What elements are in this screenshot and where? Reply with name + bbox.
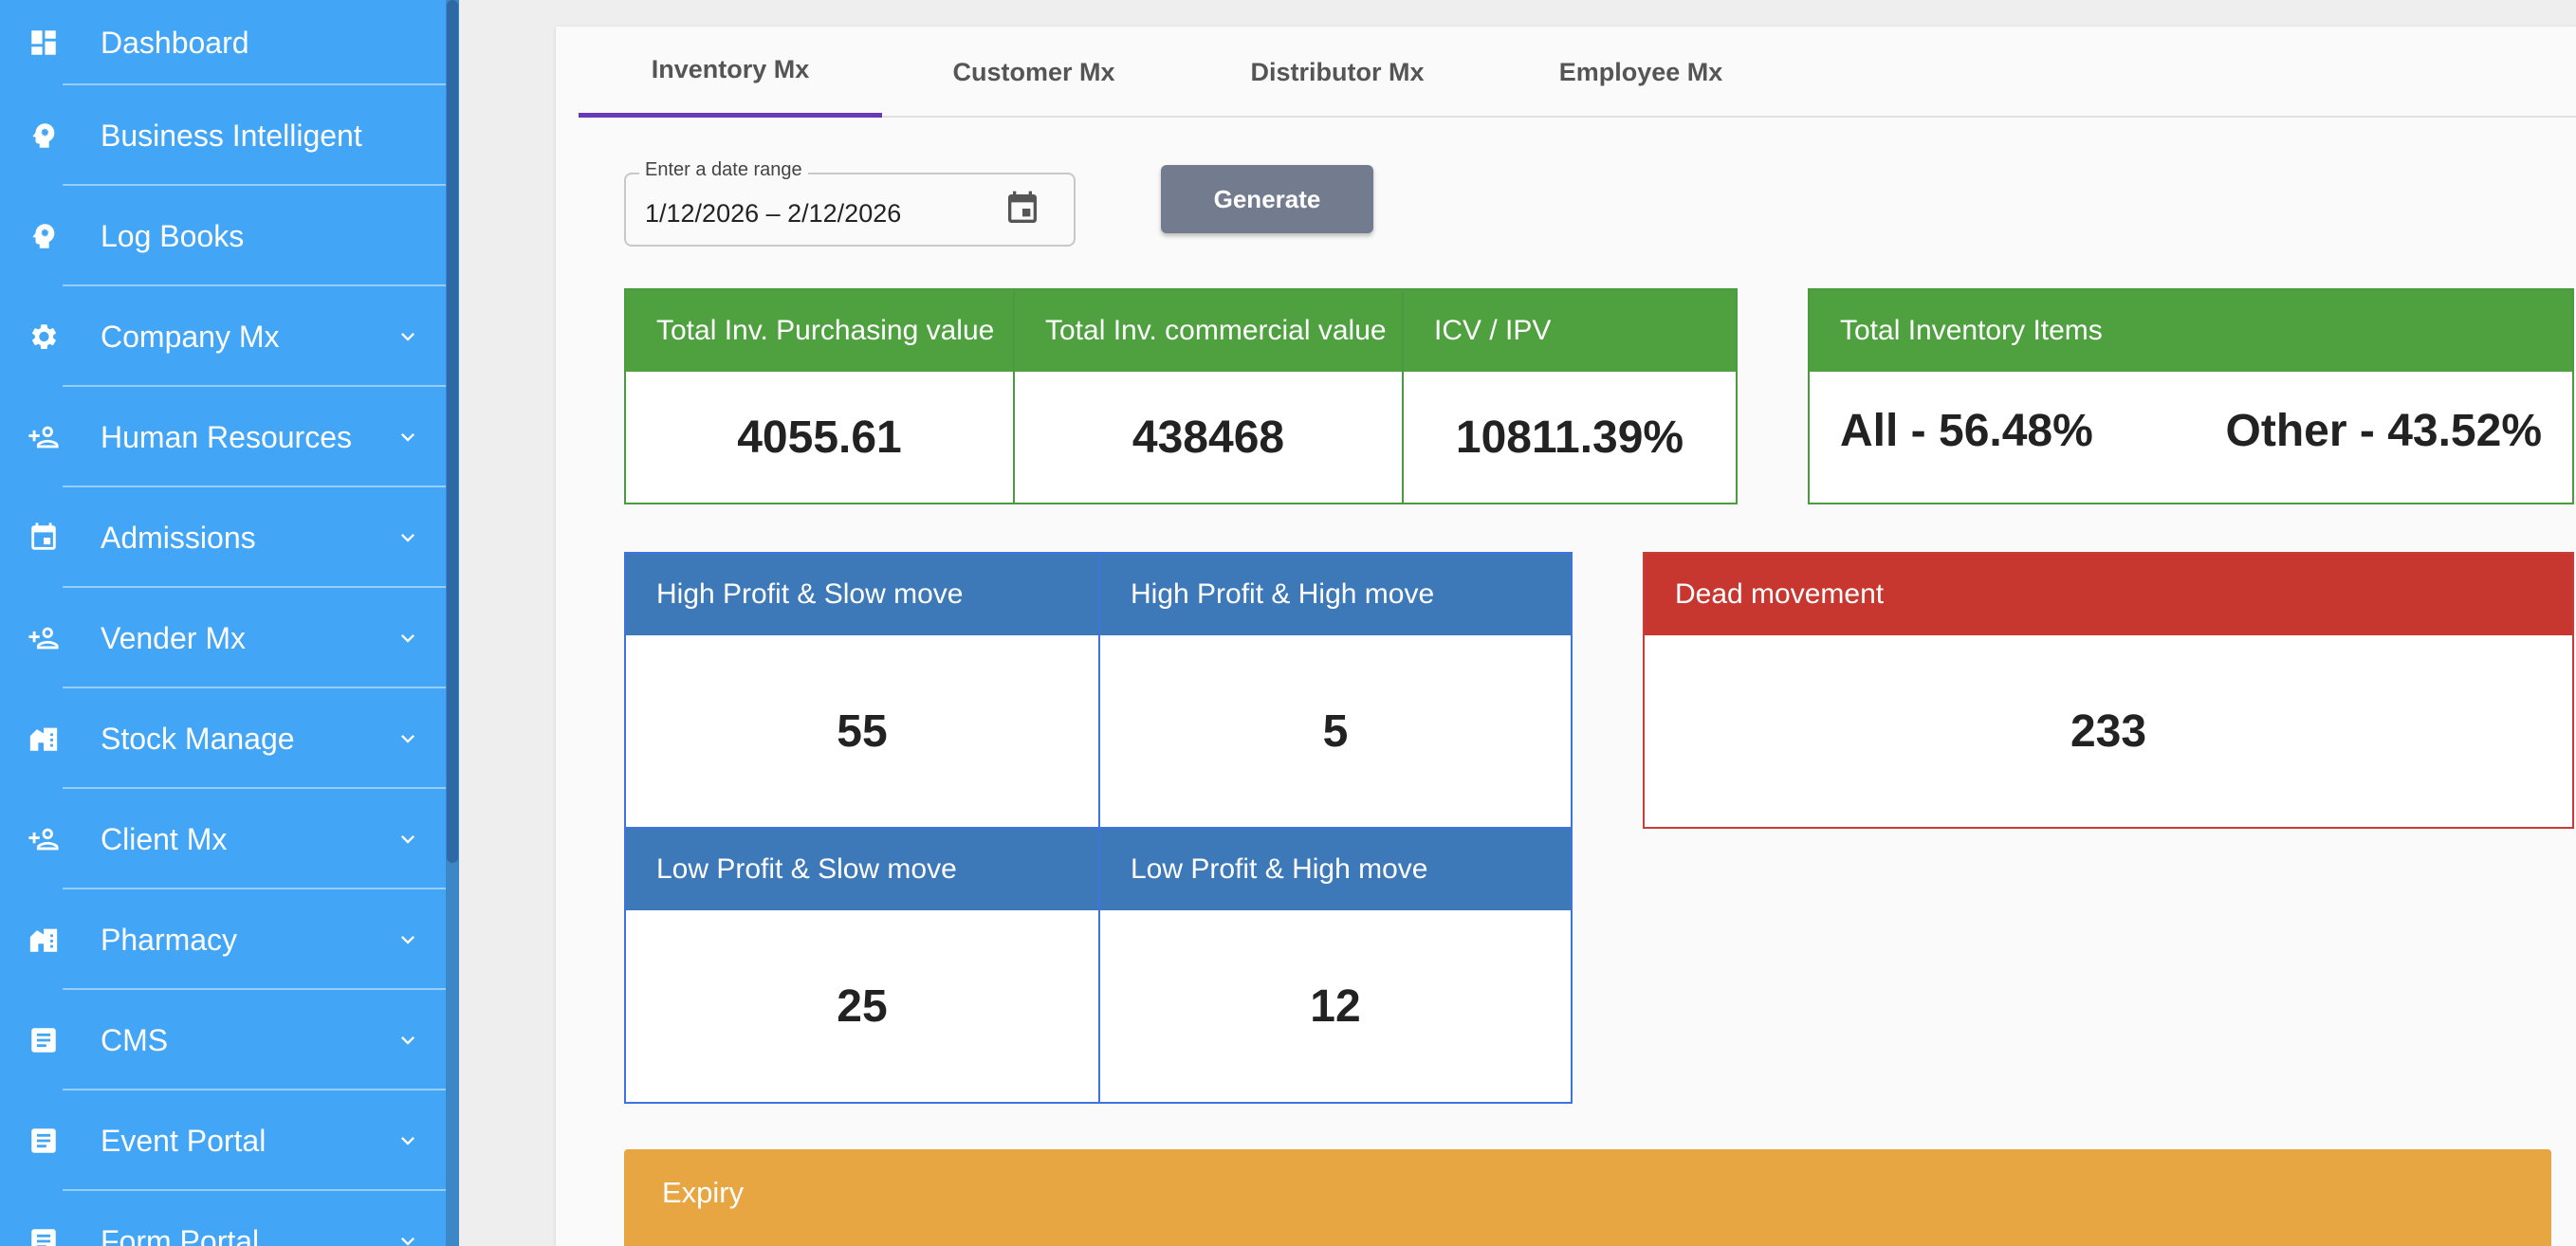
tile-value: 12 [1310, 980, 1361, 1032]
person-add-icon [27, 420, 61, 454]
tab-customer-mx[interactable]: Customer Mx [882, 27, 1186, 118]
inventory-items-tile: Total Inventory Items All - 56.48% Other… [1808, 288, 2574, 504]
gear-icon [27, 320, 61, 354]
sidebar-item-label: Business Intelligent [101, 118, 362, 153]
document-icon [27, 1124, 61, 1158]
high-profit-slow-move-tile: High Profit & Slow move 55 [624, 552, 1100, 829]
tile-title: Low Profit & High move [1100, 829, 1571, 910]
chevron-down-icon[interactable] [395, 524, 421, 551]
tile-value: 25 [837, 980, 888, 1032]
sidebar: Dashboard Business Intelligent Log Books… [0, 0, 446, 1246]
dashboard-card: Inventory Mx Customer Mx Distributor Mx … [556, 27, 2576, 1246]
date-range-label: Enter a date range [639, 159, 808, 181]
main-content: Inventory Mx Customer Mx Distributor Mx … [459, 0, 2576, 1246]
person-add-icon [27, 822, 61, 856]
generate-button[interactable]: Generate [1161, 165, 1373, 233]
items-all-value: All - 56.48% [1840, 405, 2093, 456]
low-profit-high-move-tile: Low Profit & High move 12 [1098, 827, 1573, 1104]
sidebar-item-event-portal[interactable]: Event Portal [0, 1090, 446, 1191]
date-range-input[interactable]: 1/12/2026 – 2/12/2026 [645, 199, 901, 229]
dashboard-icon [27, 26, 61, 60]
sidebar-item-label: CMS [101, 1022, 169, 1057]
chevron-down-icon[interactable] [395, 625, 421, 651]
tab-bar: Inventory Mx Customer Mx Distributor Mx … [579, 27, 2576, 118]
sidebar-item-label: Form Portal [101, 1223, 260, 1246]
sidebar-item-label: Human Resources [101, 419, 352, 454]
tab-employee-mx[interactable]: Employee Mx [1489, 27, 1793, 118]
brain-icon [27, 219, 61, 253]
sidebar-item-label: Admissions [101, 520, 256, 555]
sidebar-scrollbar[interactable] [446, 0, 459, 1246]
tile-title: Total Inventory Items [1810, 290, 2572, 372]
sidebar-item-label: Vender Mx [101, 620, 246, 655]
tile-title: Dead movement [1645, 554, 2572, 635]
sidebar-item-label: Pharmacy [101, 922, 238, 957]
calendar-icon[interactable] [1003, 190, 1041, 228]
icv-ipv-tile: ICV / IPV 10811.39% [1402, 288, 1738, 504]
sidebar-item-cms[interactable]: CMS [0, 990, 446, 1090]
sidebar-item-human-resources[interactable]: Human Resources [0, 387, 446, 487]
chevron-down-icon[interactable] [395, 1027, 421, 1054]
items-other-value: Other - 43.52% [2225, 405, 2542, 456]
tile-value: 10811.39% [1455, 412, 1684, 463]
sidebar-item-dashboard[interactable]: Dashboard [0, 0, 446, 85]
tile-value: 4055.61 [737, 412, 902, 463]
tile-title: High Profit & High move [1100, 554, 1571, 635]
date-range-field[interactable]: Enter a date range 1/12/2026 – 2/12/2026 [624, 159, 1076, 247]
chevron-down-icon[interactable] [395, 725, 421, 752]
tab-inventory-mx[interactable]: Inventory Mx [579, 27, 882, 118]
tile-title: High Profit & Slow move [626, 554, 1098, 635]
sidebar-item-vender-mx[interactable]: Vender Mx [0, 588, 446, 688]
chevron-down-icon[interactable] [395, 926, 421, 953]
expiry-panel-header: Expiry [624, 1149, 2551, 1246]
dead-movement-tile: Dead movement 233 [1643, 552, 2574, 829]
tile-title: Total Inv. commercial value [1015, 290, 1402, 372]
sidebar-item-log-books[interactable]: Log Books [0, 186, 446, 286]
tab-distributor-mx[interactable]: Distributor Mx [1186, 27, 1489, 118]
tile-value: 233 [2070, 705, 2147, 757]
sidebar-item-label: Event Portal [101, 1123, 267, 1158]
sidebar-item-form-portal[interactable]: Form Portal [0, 1191, 446, 1246]
sidebar-item-client-mx[interactable]: Client Mx [0, 789, 446, 889]
tile-value: 5 [1322, 705, 1349, 757]
commercial-value-tile: Total Inv. commercial value 438468 [1013, 288, 1404, 504]
chevron-down-icon[interactable] [395, 424, 421, 450]
sidebar-item-label: Log Books [101, 218, 245, 253]
calendar-icon [27, 521, 61, 555]
chevron-down-icon[interactable] [395, 323, 421, 350]
scrollbar-thumb[interactable] [447, 0, 458, 863]
document-icon [27, 1224, 61, 1246]
sidebar-item-pharmacy[interactable]: Pharmacy [0, 889, 446, 990]
sidebar-item-label: Stock Manage [101, 721, 295, 756]
sidebar-item-company-mx[interactable]: Company Mx [0, 286, 446, 387]
tile-title: Low Profit & Slow move [626, 829, 1098, 910]
tile-value: 438468 [1132, 412, 1285, 463]
store-icon [27, 722, 61, 756]
store-icon [27, 923, 61, 957]
purchasing-value-tile: Total Inv. Purchasing value 4055.61 [624, 288, 1015, 504]
tile-title: Total Inv. Purchasing value [626, 290, 1013, 372]
low-profit-slow-move-tile: Low Profit & Slow move 25 [624, 827, 1100, 1104]
expiry-title: Expiry [662, 1176, 745, 1209]
person-add-icon [27, 621, 61, 655]
sidebar-item-stock-manage[interactable]: Stock Manage [0, 688, 446, 789]
sidebar-item-admissions[interactable]: Admissions [0, 487, 446, 588]
high-profit-high-move-tile: High Profit & High move 5 [1098, 552, 1573, 829]
sidebar-item-label: Company Mx [101, 319, 280, 354]
chevron-down-icon[interactable] [395, 826, 421, 852]
sidebar-item-label: Dashboard [101, 25, 249, 60]
document-icon [27, 1023, 61, 1057]
chevron-down-icon[interactable] [395, 1127, 421, 1154]
chevron-down-icon[interactable] [395, 1228, 421, 1246]
tile-values: All - 56.48% Other - 43.52% [1810, 372, 2572, 503]
tile-value: 55 [837, 705, 888, 757]
brain-icon [27, 119, 61, 153]
tile-title: ICV / IPV [1404, 290, 1736, 372]
sidebar-item-label: Client Mx [101, 821, 228, 856]
sidebar-item-business-intelligent[interactable]: Business Intelligent [0, 85, 446, 186]
